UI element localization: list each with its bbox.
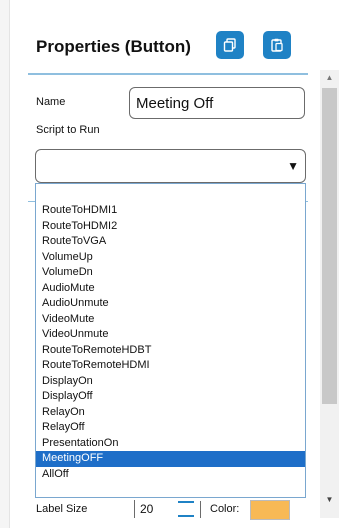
size-stepper-icon[interactable] [178, 501, 194, 517]
dropdown-option[interactable]: VolumeDn [36, 265, 305, 281]
scrollbar-thumb[interactable] [322, 88, 337, 404]
copy-button[interactable] [216, 31, 244, 59]
panel-header: Properties (Button) [36, 34, 191, 60]
dropdown-option[interactable]: VolumeUp [36, 250, 305, 266]
name-field[interactable] [129, 87, 305, 119]
label-size-input[interactable]: 20 [134, 500, 172, 518]
scroll-down-arrow-icon[interactable]: ▼ [324, 494, 335, 504]
copy-icon [223, 38, 236, 52]
dropdown-option[interactable]: AllOff [36, 467, 305, 483]
scroll-up-arrow-icon[interactable]: ▲ [324, 72, 335, 82]
script-dropdown-list[interactable]: RouteToHDMI1 RouteToHDMI2 RouteToVGA Vol… [35, 183, 306, 498]
dropdown-option[interactable]: VideoMute [36, 312, 305, 328]
color-swatch[interactable] [250, 500, 290, 520]
dropdown-option[interactable]: VideoUnmute [36, 327, 305, 343]
dropdown-options: RouteToHDMI1 RouteToHDMI2 RouteToVGA Vol… [36, 203, 305, 482]
label-size-label: Label Size [36, 503, 88, 515]
dropdown-option[interactable]: AudioMute [36, 281, 305, 297]
dropdown-option[interactable]: RouteToHDMI2 [36, 219, 305, 235]
paste-icon [271, 38, 283, 52]
dropdown-option[interactable]: RelayOn [36, 405, 305, 421]
page-title: Properties (Button) [36, 37, 191, 56]
dropdown-option[interactable]: RouteToRemoteHDMI [36, 358, 305, 374]
dropdown-option[interactable]: PresentationOn [36, 436, 305, 452]
dropdown-option[interactable]: RouteToHDMI1 [36, 203, 305, 219]
name-label: Name [36, 96, 66, 108]
chevron-down-icon: ▼ [287, 159, 299, 173]
header-divider [28, 73, 308, 75]
script-label: Script to Run [36, 124, 100, 136]
paste-button[interactable] [263, 31, 291, 59]
script-select[interactable]: ▼ [35, 149, 306, 183]
dropdown-option[interactable]: RouteToVGA [36, 234, 305, 250]
dropdown-option[interactable]: AudioUnmute [36, 296, 305, 312]
dropdown-option[interactable]: DisplayOff [36, 389, 305, 405]
panel-left-edge [0, 0, 10, 528]
dropdown-option[interactable]: RouteToRemoteHDBT [36, 343, 305, 359]
dropdown-option-selected[interactable]: MeetingOFF [36, 451, 305, 467]
field-divider [200, 501, 201, 518]
dropdown-option[interactable]: DisplayOn [36, 374, 305, 390]
dropdown-option[interactable]: RelayOff [36, 420, 305, 436]
color-label: Color: [210, 503, 240, 515]
properties-panel: Properties (Button) ▲ ▼ Name Script to R… [0, 0, 348, 528]
